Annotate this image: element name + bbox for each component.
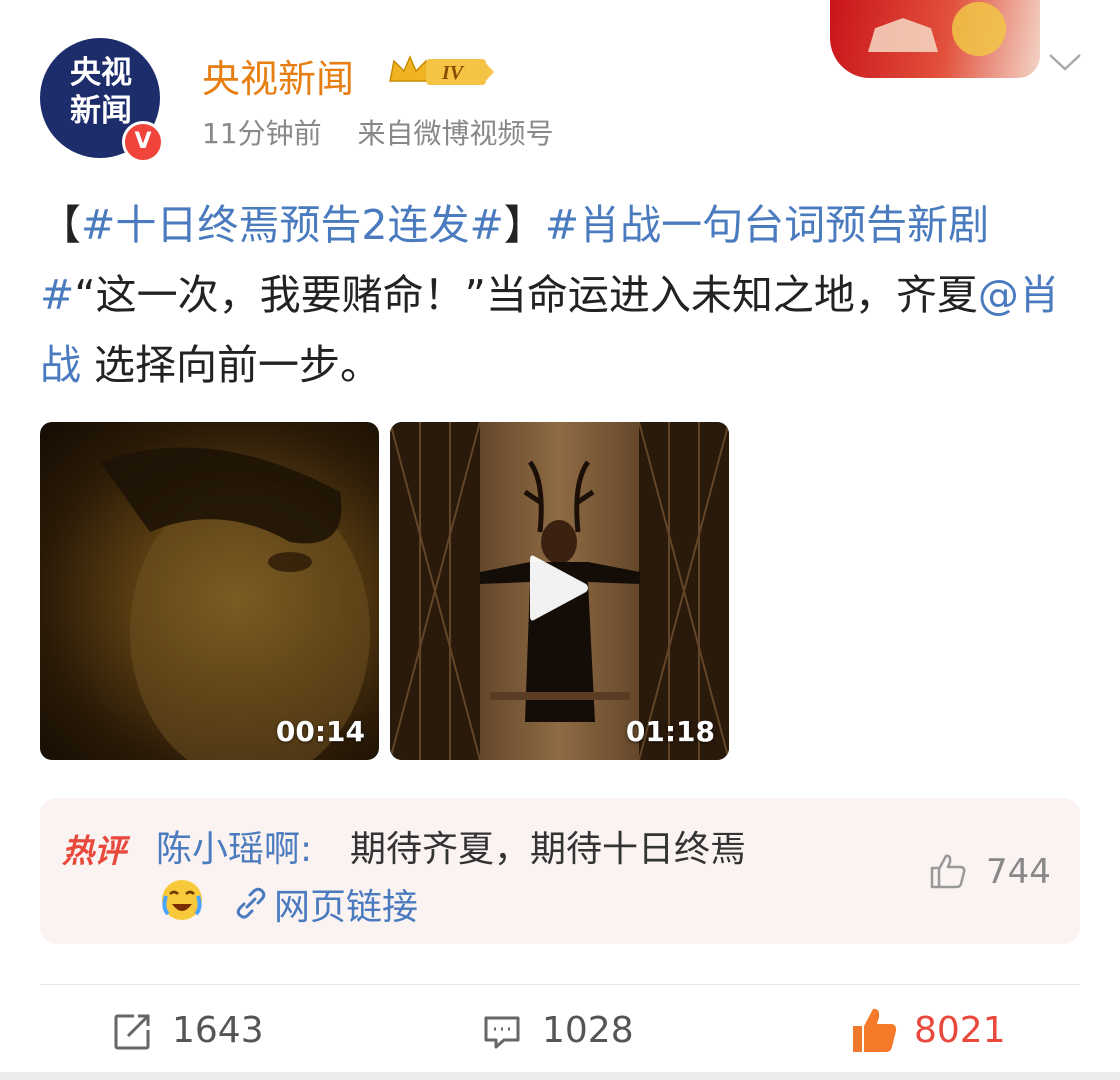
chevron-down-icon[interactable] [1048,52,1082,72]
verified-badge: V [122,121,164,163]
repost-count[interactable]: 1643 [172,1010,264,1051]
video-1-artwork [100,447,370,760]
video-duration-1: 00:14 [275,715,365,748]
video-duration-2: 01:18 [625,715,715,748]
post-meta: 11分钟前 来自微博视频号 [202,112,553,152]
post-text-segment: “这一次，我要赌命！”当命运进入未知之地，齐夏 [74,271,978,319]
video-thumbnail-1[interactable]: 00:14 [40,422,379,760]
hot-comment-text: 期待齐夏，期待十日终焉 [350,829,747,870]
like-count[interactable]: 8021 [914,1010,1006,1051]
play-icon[interactable] [528,552,590,624]
username[interactable]: 央视新闻 [202,48,354,103]
header-decoration-emblem [952,2,1006,56]
video-thumbnail-2[interactable]: 01:18 [390,422,729,760]
vip-crown-icon[interactable]: IV [386,51,496,89]
post-text: 【#十日终焉预告2连发#】#肖战一句台词预告新剧#“这一次，我要赌命！”当命运进… [40,190,1080,400]
link-icon[interactable] [234,886,268,920]
comment-icon[interactable] [482,1012,522,1052]
avatar-line-2: 新闻 [70,93,132,129]
comment-count[interactable]: 1028 [542,1010,634,1051]
avatar-line-1: 央视 [70,55,132,91]
post-text-segment: 【 [40,201,81,249]
hot-comment-tag: 热评 [62,832,127,870]
header-decoration [830,0,1040,78]
vip-level: IV [441,62,465,84]
post-time: 11分钟前 [202,117,322,150]
hot-comment-user[interactable]: 陈小瑶啊: [156,820,312,872]
hot-comment-weblink[interactable]: 网页链接 [274,878,418,930]
repost-icon[interactable] [112,1012,152,1052]
post-text-segment: 】 [503,201,545,249]
footer-divider [40,984,1080,985]
thumb-up-icon[interactable] [928,852,968,890]
post-source[interactable]: 来自微博视频号 [357,117,553,150]
post-link[interactable]: #十日终焉预告2连发# [81,201,504,249]
bottom-bar [0,1072,1120,1080]
emoji-crying-laugh-icon [162,880,202,920]
post-text-segment: 选择向前一步。 [81,341,382,389]
hot-comment-like-count: 744 [986,852,1051,892]
like-icon[interactable] [850,1006,898,1054]
